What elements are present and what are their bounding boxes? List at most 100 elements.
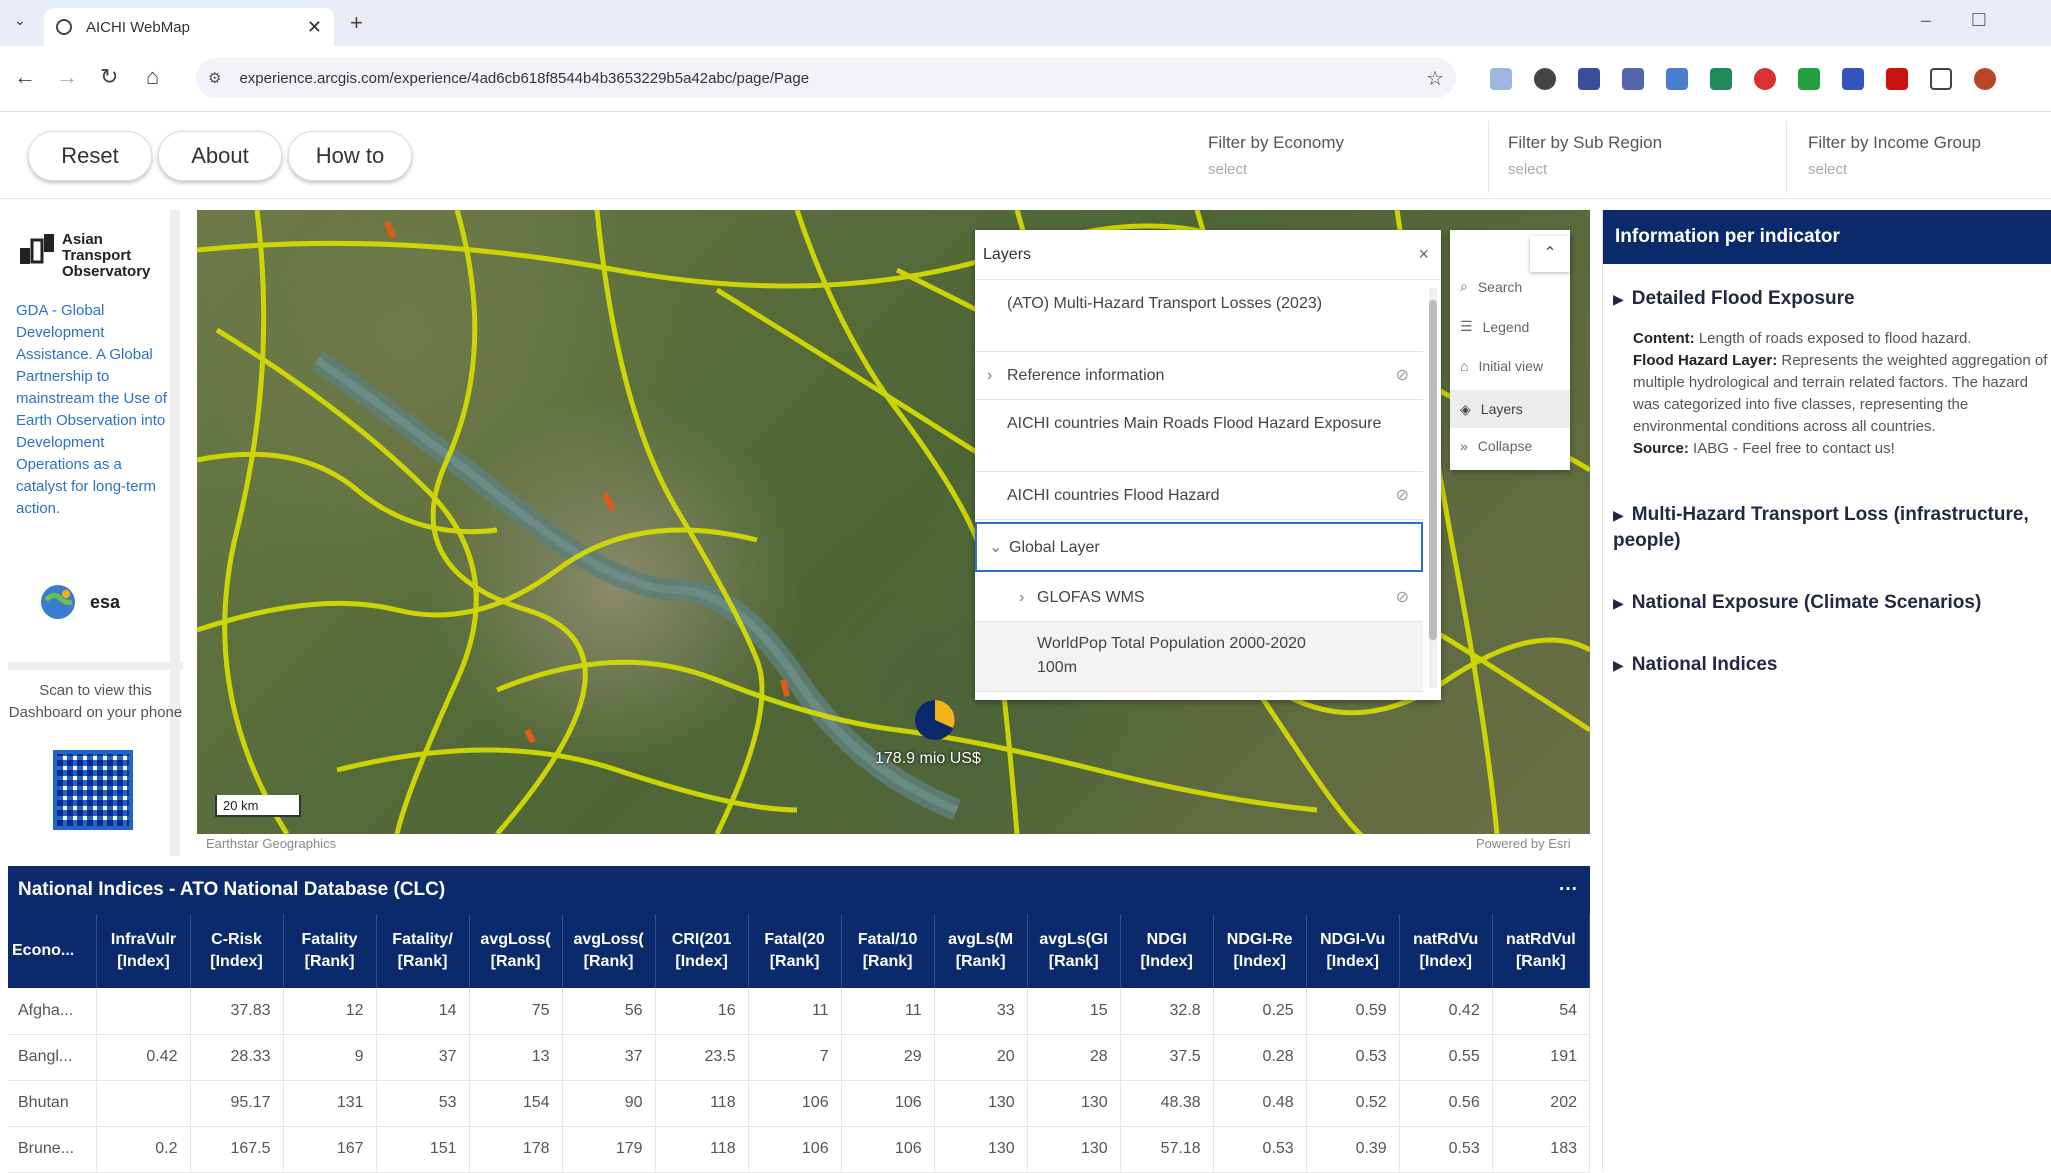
layer-item-glofas[interactable]: › GLOFAS WMS ⊘	[975, 574, 1423, 622]
layer-item-reference[interactable]: › Reference information ⊘	[975, 352, 1423, 400]
visibility-off-icon[interactable]: ⊘	[1396, 586, 1409, 610]
content-text: Length of roads exposed to flood hazard.	[1698, 330, 1972, 347]
filter-income-group[interactable]: Filter by Income Group select	[1808, 133, 2051, 193]
table-cell: 11	[748, 988, 842, 1035]
column-header[interactable]: Fatality [Rank]	[283, 914, 377, 988]
section-national-exposure[interactable]: ▶ National Exposure (Climate Scenarios)	[1613, 590, 2051, 616]
table-row[interactable]: Brune... 0.2 167.5 167 151 178 179 118 106 106 130…	[8, 1126, 1591, 1173]
column-header[interactable]: natRdVul [Rank]	[1492, 914, 1591, 988]
table-row[interactable]: Bangl... 0.42 28.33 9 37 13 37 23.5 7 29 20 28 37.5 0…	[8, 1034, 1591, 1081]
column-header[interactable]: avgLs(M [Rank]	[934, 914, 1028, 988]
filter-economy-select[interactable]: select	[1208, 161, 1488, 178]
bookmark-star-icon[interactable]: ☆	[1426, 66, 1444, 91]
column-header[interactable]: Fatal/10 [Rank]	[841, 914, 935, 988]
extension-icon[interactable]	[1534, 68, 1556, 90]
chevron-down-icon[interactable]: ⌄	[989, 536, 1002, 560]
window-controls[interactable]: –☐	[1921, 10, 2027, 31]
extensions-puzzle-icon[interactable]	[1930, 68, 1952, 90]
source-text[interactable]: IABG - Feel free to contact us!	[1693, 440, 1895, 457]
tool-layers[interactable]: ◈ Layers	[1450, 390, 1570, 428]
extension-icon[interactable]	[1490, 68, 1512, 90]
reload-icon[interactable]: ↻	[100, 64, 118, 90]
tab-search-icon[interactable]: ⌄	[14, 12, 26, 29]
back-icon[interactable]: ←	[14, 64, 36, 90]
extension-icon[interactable]	[1622, 68, 1644, 90]
tool-search[interactable]: ⌕ Search	[1460, 278, 1522, 295]
section-multi-hazard[interactable]: ▶ Multi-Hazard Transport Loss (infrastruc…	[1613, 502, 2051, 554]
site-info-icon[interactable]: ⚙	[208, 69, 221, 87]
column-header[interactable]: NDGI [Index]	[1120, 914, 1214, 988]
extension-icon[interactable]	[1798, 68, 1820, 90]
about-button[interactable]: About	[158, 131, 282, 181]
table-cell: Afgha...	[8, 988, 98, 1035]
column-header[interactable]: Fatality/ [Rank]	[376, 914, 470, 988]
column-header[interactable]: avgLoss([Rank]	[562, 914, 656, 988]
browser-tab[interactable]: AICHI WebMap ✕	[44, 8, 334, 46]
column-header[interactable]: Fatal(20 [Rank]	[748, 914, 842, 988]
layer-item-worldpop[interactable]: WorldPop Total Population 2000-2020 100m	[975, 622, 1423, 692]
filter-divider	[1786, 121, 1787, 193]
table-cell: 0.39	[1306, 1126, 1400, 1173]
column-header[interactable]: NDGI-Re [Index]	[1213, 914, 1307, 988]
how-to-button[interactable]: How to	[288, 131, 412, 181]
loss-marker[interactable]	[915, 700, 955, 740]
layer-label: Flood Hazard Layer:	[1633, 352, 1778, 369]
triangle-right-icon: ▶	[1613, 657, 1624, 673]
layer-item-global-layer[interactable]: ⌄ Global Layer	[975, 522, 1423, 572]
visibility-off-icon[interactable]: ⊘	[1396, 364, 1409, 388]
layer-item-ato-losses[interactable]: (ATO) Multi-Hazard Transport Losses (202…	[975, 282, 1423, 352]
extension-icon[interactable]	[1710, 68, 1732, 90]
extension-icon[interactable]	[1754, 68, 1776, 90]
address-bar[interactable]: ⚙ experience.arcgis.com/experience/4ad6c…	[196, 58, 1456, 98]
column-header[interactable]: natRdVu [Index]	[1399, 914, 1493, 988]
extension-icon[interactable]	[1666, 68, 1688, 90]
home-icon[interactable]: ⌂	[146, 64, 159, 90]
layer-item-flood-hazard[interactable]: AICHI countries Flood Hazard ⊘	[975, 472, 1423, 520]
profile-avatar-icon[interactable]	[1974, 68, 1996, 90]
filter-sub-region-select[interactable]: select	[1508, 161, 1788, 178]
chevron-right-icon[interactable]: ›	[1019, 586, 1024, 610]
layers-close-icon[interactable]: ×	[1418, 244, 1429, 265]
layers-scrollbar-thumb[interactable]	[1429, 300, 1437, 640]
gda-description[interactable]: GDA - Global Development Assistance. A G…	[16, 300, 176, 520]
table-cell: 130	[1027, 1126, 1121, 1173]
tool-initial-view[interactable]: ⌂ Initial view	[1460, 358, 1543, 374]
column-header[interactable]: avgLs(GI [Rank]	[1027, 914, 1121, 988]
extension-icon[interactable]	[1886, 68, 1908, 90]
reset-button[interactable]: Reset	[28, 131, 152, 181]
visibility-off-icon[interactable]: ⊘	[1396, 484, 1409, 508]
layer-item-main-roads[interactable]: AICHI countries Main Roads Flood Hazard …	[975, 400, 1423, 472]
column-header[interactable]: CRI(201 [Index]	[655, 914, 749, 988]
table-row[interactable]: Bhutan 95.17 131 53 154 90 118 106 106 130 130 48.3…	[8, 1080, 1591, 1127]
table-cell: 75	[469, 988, 563, 1035]
column-header[interactable]: InfraVulr [Index]	[96, 914, 191, 988]
section-detailed-flood-exposure[interactable]: ▶ Detailed Flood Exposure	[1613, 286, 2051, 312]
chevron-up-icon[interactable]: ⌃	[1530, 236, 1570, 272]
map-attribution-right[interactable]: Powered by Esri	[1476, 836, 1571, 851]
table-cell: 57.18	[1120, 1126, 1214, 1173]
column-header[interactable]: C-Risk [Index]	[190, 914, 284, 988]
tool-collapse[interactable]: » Collapse	[1460, 438, 1532, 454]
column-header[interactable]: avgLoss([Rank]	[469, 914, 563, 988]
section-national-indices[interactable]: ▶ National Indices	[1613, 652, 2051, 678]
forward-icon[interactable]: →	[56, 64, 78, 90]
filter-income-group-select[interactable]: select	[1808, 161, 2051, 178]
table-cell: 28	[1027, 1034, 1121, 1081]
more-options-icon[interactable]: ···	[1559, 879, 1578, 901]
tool-legend[interactable]: ☰ Legend	[1460, 318, 1529, 335]
filter-sub-region-label: Filter by Sub Region	[1508, 133, 1663, 152]
table-cell: 0.25	[1213, 988, 1307, 1035]
tab-close-icon[interactable]: ✕	[307, 17, 322, 38]
table-cell: 7	[748, 1034, 842, 1081]
filter-economy[interactable]: Filter by Economy select	[1208, 133, 1488, 193]
column-header[interactable]: Econo...	[8, 914, 98, 988]
table-row[interactable]: Afgha... 37.83 12 14 75 56 16 11 11 33 15 32.8 0.25 0…	[8, 988, 1591, 1035]
new-tab-button[interactable]: +	[350, 10, 363, 36]
extension-icon[interactable]	[1578, 68, 1600, 90]
chevron-right-icon[interactable]: ›	[987, 364, 992, 388]
scan-text: Scan to view this Dashboard on your phon…	[8, 662, 183, 724]
extension-icon[interactable]	[1842, 68, 1864, 90]
table-cell	[96, 988, 191, 1035]
column-header[interactable]: NDGI-Vu [Index]	[1306, 914, 1400, 988]
filter-sub-region[interactable]: Filter by Sub Region select	[1508, 133, 1788, 193]
